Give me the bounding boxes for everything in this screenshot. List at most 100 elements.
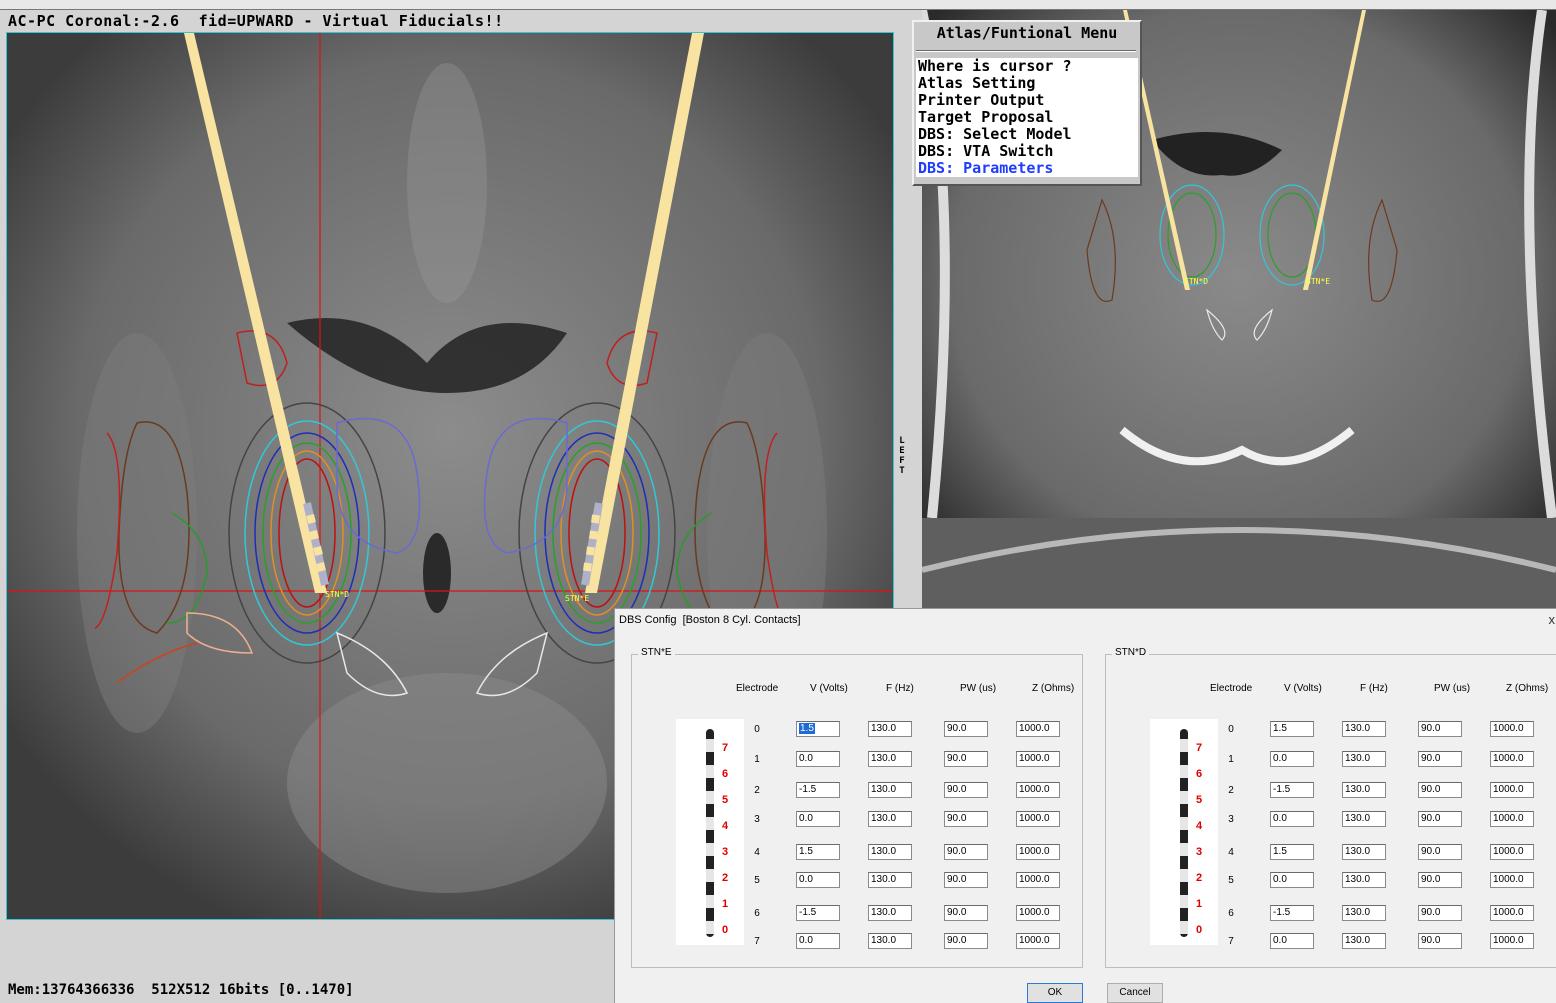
column-header: Electrode xyxy=(736,683,779,694)
param-input-pw[interactable]: 90.0 xyxy=(944,933,988,949)
param-input-pw[interactable]: 90.0 xyxy=(944,905,988,921)
param-value: 1000.0 xyxy=(1019,753,1050,764)
side-marker: LEFT xyxy=(897,436,907,476)
param-input-z[interactable]: 1000.0 xyxy=(1490,811,1534,827)
param-input-f[interactable]: 130.0 xyxy=(868,751,912,767)
param-input-f[interactable]: 130.0 xyxy=(1342,905,1386,921)
param-input-z[interactable]: 1000.0 xyxy=(1490,933,1534,949)
param-input-v[interactable]: 0.0 xyxy=(796,751,840,767)
column-header: Z (Ohms) xyxy=(1032,683,1075,694)
param-value: 0.0 xyxy=(799,874,813,885)
param-input-f[interactable]: 130.0 xyxy=(1342,721,1386,737)
param-input-v[interactable]: 1.5 xyxy=(1270,844,1314,860)
param-value: 0.0 xyxy=(799,813,813,824)
stn-right-tag-main: STN*E xyxy=(565,594,589,603)
param-input-pw[interactable]: 90.0 xyxy=(944,811,988,827)
param-input-z[interactable]: 1000.0 xyxy=(1490,905,1534,921)
param-value: 90.0 xyxy=(1421,723,1441,734)
menu-item-dbs-parameters[interactable]: DBS: Parameters xyxy=(916,160,1138,177)
param-input-pw[interactable]: 90.0 xyxy=(944,872,988,888)
electrode-number: 2 xyxy=(754,785,760,796)
param-value: 0.0 xyxy=(799,935,813,946)
param-input-z[interactable]: 1000.0 xyxy=(1490,782,1534,798)
param-input-v[interactable]: 0.0 xyxy=(1270,811,1314,827)
column-header: F (Hz) xyxy=(886,683,914,694)
param-input-v[interactable]: -1.5 xyxy=(1270,782,1314,798)
param-input-z[interactable]: 1000.0 xyxy=(1016,933,1060,949)
param-input-z[interactable]: 1000.0 xyxy=(1016,844,1060,860)
menu-item-where-is-cursor[interactable]: Where is cursor ? xyxy=(916,58,1138,75)
param-input-v[interactable]: -1.5 xyxy=(1270,905,1314,921)
param-input-v[interactable]: 0.0 xyxy=(1270,933,1314,949)
param-value: 1000.0 xyxy=(1019,935,1050,946)
param-value: 130.0 xyxy=(1345,907,1371,918)
param-input-z[interactable]: 1000.0 xyxy=(1016,905,1060,921)
param-input-pw[interactable]: 90.0 xyxy=(1418,751,1462,767)
param-input-pw[interactable]: 90.0 xyxy=(944,751,988,767)
param-input-f[interactable]: 130.0 xyxy=(868,905,912,921)
param-input-pw[interactable]: 90.0 xyxy=(1418,721,1462,737)
close-icon[interactable]: x xyxy=(1549,612,1556,627)
param-input-f[interactable]: 130.0 xyxy=(1342,782,1386,798)
param-input-v[interactable]: 0.0 xyxy=(796,933,840,949)
param-input-z[interactable]: 1000.0 xyxy=(1490,844,1534,860)
electrode-number: 3 xyxy=(1228,814,1234,825)
param-input-z[interactable]: 1000.0 xyxy=(1016,751,1060,767)
param-input-z[interactable]: 1000.0 xyxy=(1490,751,1534,767)
param-input-f[interactable]: 130.0 xyxy=(1342,844,1386,860)
param-input-f[interactable]: 130.0 xyxy=(868,811,912,827)
param-input-f[interactable]: 130.0 xyxy=(1342,751,1386,767)
atlas-functional-menu: Atlas/Funtional Menu Where is cursor ? A… xyxy=(912,20,1142,186)
param-value: 130.0 xyxy=(1345,874,1371,885)
param-input-pw[interactable]: 90.0 xyxy=(1418,844,1462,860)
lead-diagram: 7 6 5 4 3 2 1 0 xyxy=(1150,719,1218,945)
electrode-number: 1 xyxy=(1228,754,1234,765)
param-input-pw[interactable]: 90.0 xyxy=(944,782,988,798)
param-input-v[interactable]: 1.5 xyxy=(796,844,840,860)
param-input-v[interactable]: 1.5 xyxy=(1270,721,1314,737)
ok-button[interactable]: OK xyxy=(1027,983,1083,1003)
param-input-f[interactable]: 130.0 xyxy=(868,872,912,888)
menu-item-dbs-select-model[interactable]: DBS: Select Model xyxy=(916,126,1138,143)
column-header: V (Volts) xyxy=(1284,683,1322,694)
param-input-f[interactable]: 130.0 xyxy=(868,844,912,860)
menu-item-target-proposal[interactable]: Target Proposal xyxy=(916,109,1138,126)
param-input-pw[interactable]: 90.0 xyxy=(1418,782,1462,798)
param-input-z[interactable]: 1000.0 xyxy=(1016,721,1060,737)
electrode-number: 4 xyxy=(1228,847,1234,858)
lead-contact-label: 6 xyxy=(1196,768,1203,780)
param-input-f[interactable]: 130.0 xyxy=(868,721,912,737)
column-header: PW (us) xyxy=(960,683,997,694)
param-input-v[interactable]: 0.0 xyxy=(796,872,840,888)
param-input-z[interactable]: 1000.0 xyxy=(1016,782,1060,798)
param-input-z[interactable]: 1000.0 xyxy=(1490,721,1534,737)
param-input-pw[interactable]: 90.0 xyxy=(1418,811,1462,827)
param-input-v[interactable]: -1.5 xyxy=(796,905,840,921)
column-header: PW (us) xyxy=(1434,683,1471,694)
menu-item-dbs-vta-switch[interactable]: DBS: VTA Switch xyxy=(916,143,1138,160)
param-input-f[interactable]: 130.0 xyxy=(1342,872,1386,888)
param-input-pw[interactable]: 90.0 xyxy=(944,721,988,737)
param-input-v[interactable]: 0.0 xyxy=(1270,872,1314,888)
param-input-v[interactable]: 0.0 xyxy=(796,811,840,827)
param-input-pw[interactable]: 90.0 xyxy=(1418,872,1462,888)
param-value: 0.0 xyxy=(799,753,813,764)
param-input-f[interactable]: 130.0 xyxy=(868,933,912,949)
param-input-z[interactable]: 1000.0 xyxy=(1016,872,1060,888)
param-input-f[interactable]: 130.0 xyxy=(1342,811,1386,827)
param-input-pw[interactable]: 90.0 xyxy=(1418,905,1462,921)
param-input-v[interactable]: 1.5 xyxy=(796,721,840,737)
menu-item-printer-output[interactable]: Printer Output xyxy=(916,92,1138,109)
menu-item-atlas-setting[interactable]: Atlas Setting xyxy=(916,75,1138,92)
param-value: 1000.0 xyxy=(1493,784,1524,795)
param-input-pw[interactable]: 90.0 xyxy=(1418,933,1462,949)
param-input-v[interactable]: -1.5 xyxy=(796,782,840,798)
lead-contact xyxy=(1180,739,1188,752)
param-input-z[interactable]: 1000.0 xyxy=(1016,811,1060,827)
param-input-z[interactable]: 1000.0 xyxy=(1490,872,1534,888)
cancel-button[interactable]: Cancel xyxy=(1107,983,1163,1003)
param-input-f[interactable]: 130.0 xyxy=(1342,933,1386,949)
param-input-pw[interactable]: 90.0 xyxy=(944,844,988,860)
param-input-f[interactable]: 130.0 xyxy=(868,782,912,798)
param-input-v[interactable]: 0.0 xyxy=(1270,751,1314,767)
